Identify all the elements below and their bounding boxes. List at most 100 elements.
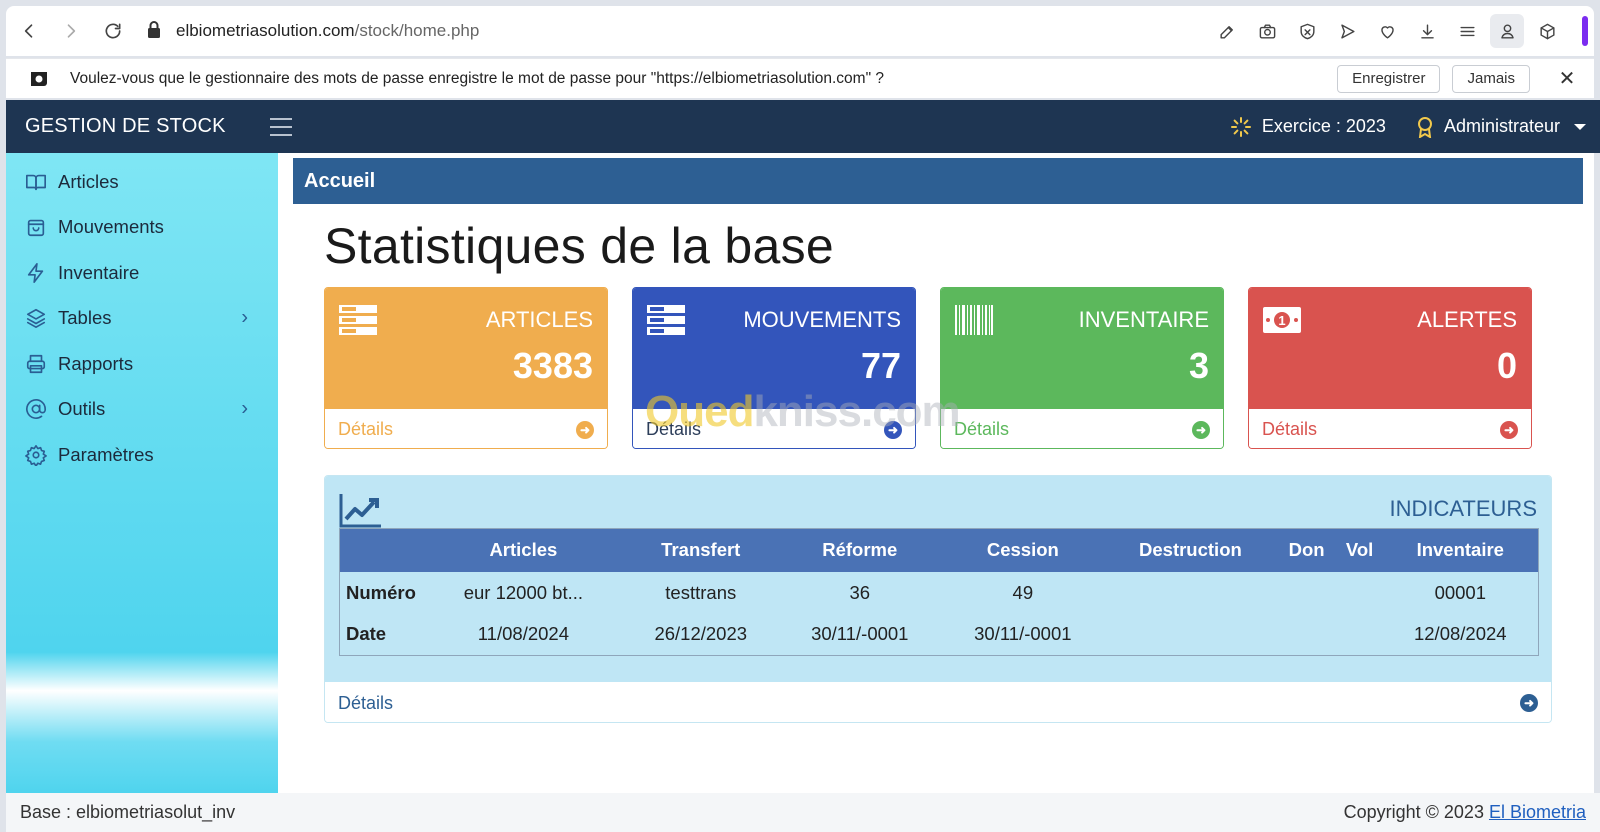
lock-icon (146, 20, 162, 43)
server-stack-icon (339, 305, 377, 335)
stat-card-articles: ARTICLES 3383 Détails ➜ (324, 287, 608, 449)
user-menu[interactable]: Administrateur (1416, 116, 1586, 138)
table-cell: testtrans (665, 581, 737, 603)
sidebar-item-label: Mouvements (58, 216, 164, 238)
gear-icon (25, 444, 47, 466)
column-header: Don (1276, 528, 1337, 572)
table-cell: 00001 (1434, 581, 1487, 603)
sidebar-item-label: Rapports (58, 352, 134, 374)
card-value: 3383 (512, 345, 593, 386)
card-details-label: Détails (954, 419, 1010, 439)
arrow-circle-right-icon: ➜ (1520, 694, 1538, 712)
row-header: Date (346, 623, 387, 645)
card-title: INVENTAIRE (1078, 307, 1209, 332)
sidebar-item-articles[interactable]: Articles (6, 159, 278, 205)
sidebar-item-label: Articles (58, 170, 119, 192)
card-details-label: Détails (1262, 419, 1318, 439)
table-row: Numéro eur 12000 bt... testtrans 36 49 0… (340, 572, 1539, 614)
sidebar-item-tables[interactable]: Tables › (6, 296, 278, 342)
app-brand[interactable]: GESTION DE STOCK (25, 115, 226, 138)
lightning-icon (27, 262, 44, 283)
send-button[interactable] (1330, 14, 1364, 48)
column-header: Vol (1336, 528, 1383, 572)
main-content: Accueil Statistiques de la base ARTICLES… (278, 153, 1594, 793)
table-header-row: Articles Transfert Réforme Cession Destr… (339, 528, 1539, 572)
spinner-sun-icon (1230, 116, 1251, 137)
table-cell (1276, 614, 1336, 656)
favorites-button[interactable] (1370, 14, 1404, 48)
card-details-link[interactable]: Détails ➜ (1249, 409, 1531, 448)
card-details-link[interactable]: Détails ➜ (325, 409, 607, 448)
column-header: Transfert (623, 528, 779, 572)
shopping-bag-icon (27, 220, 45, 237)
page-title: Statistiques de la base (324, 218, 835, 274)
sidebar-item-parametres[interactable]: Paramètres (6, 432, 278, 478)
reload-button[interactable] (94, 12, 132, 50)
column-header: Destruction (1104, 528, 1277, 572)
card-value: 3 (1188, 345, 1209, 386)
money-bill-icon: 1 (1263, 307, 1301, 333)
save-password-button[interactable]: Enregistrer (1337, 64, 1441, 93)
address-bar[interactable]: elbiometriasolution.com/stock/home.php (146, 12, 1210, 50)
profile-button[interactable] (1490, 14, 1524, 48)
caret-down-icon (1574, 123, 1586, 130)
stat-card-inventaire: INVENTAIRE 3 Détails ➜ (940, 287, 1224, 449)
user-icon (1500, 23, 1514, 39)
camera-icon (1259, 23, 1275, 39)
indicators-panel: INDICATEURS Articles Transfert Réforme C… (324, 475, 1552, 723)
never-save-button[interactable]: Jamais (1452, 64, 1530, 93)
sidebar-item-outils[interactable]: Outils › (6, 387, 278, 433)
svg-text:1: 1 (1278, 313, 1285, 328)
row-header: Numéro (346, 581, 416, 603)
screenshot-button[interactable] (1250, 14, 1284, 48)
arrow-circle-right-icon: ➜ (1500, 420, 1518, 439)
browser-toolbar: elbiometriasolution.com/stock/home.php (6, 6, 1594, 56)
forward-button[interactable] (52, 12, 90, 50)
stat-card-alertes: 1 ALERTES 0 Détails ➜ (1248, 287, 1532, 449)
url-path: /stock/home.php (354, 21, 480, 40)
sidebar-item-mouvements[interactable]: Mouvements (6, 205, 278, 251)
table-cell: 30/11/-0001 (811, 623, 909, 645)
indicators-title: INDICATEURS (1389, 496, 1538, 521)
close-prompt-button[interactable]: ✕ (1552, 64, 1582, 94)
arrow-circle-right-icon: ➜ (576, 420, 594, 439)
exercise-label: Exercice : 2023 (1261, 116, 1386, 136)
downloads-button[interactable] (1410, 14, 1444, 48)
back-button[interactable] (10, 12, 48, 50)
heart-icon (1380, 25, 1394, 39)
table-cell: 11/08/2024 (477, 623, 569, 645)
adblock-button[interactable] (1290, 14, 1324, 48)
card-title: ALERTES (1417, 307, 1517, 332)
card-details-label: Détails (338, 419, 394, 439)
card-details-link[interactable]: Détails ➜ (633, 409, 915, 448)
copyright-link[interactable]: El Biometria (1489, 802, 1586, 822)
card-details-link[interactable]: Détails ➜ (941, 409, 1223, 448)
indicators-details-link[interactable]: Détails ➜ (325, 682, 1551, 722)
extensions-button[interactable] (1530, 14, 1564, 48)
table-row: Date 11/08/2024 26/12/2023 30/11/-0001 3… (340, 614, 1539, 656)
password-save-prompt: Voulez-vous que le gestionnaire des mots… (6, 58, 1594, 98)
hamburger-menu-icon[interactable] (269, 117, 292, 136)
app-header: GESTION DE STOCK Exercice : 2023 Adminis… (6, 100, 1600, 153)
table-cell (1104, 614, 1276, 656)
password-manager-icon (31, 71, 47, 86)
barcode-icon (955, 305, 993, 335)
table-cell: 26/12/2023 (654, 623, 748, 645)
sidebar-item-rapports[interactable]: Rapports (6, 341, 278, 387)
table-cell: 49 (1012, 581, 1034, 603)
chevron-right-icon: › (241, 397, 248, 420)
exercise-selector[interactable]: Exercice : 2023 (1230, 116, 1386, 138)
sidebar: Articles Mouvements Inventaire Tables › … (6, 153, 278, 793)
table-cell: 30/11/-0001 (974, 623, 1072, 645)
edit-page-button[interactable] (1210, 14, 1244, 48)
sidebar-toggle-indicator[interactable] (1582, 16, 1588, 46)
card-title: ARTICLES (485, 307, 593, 332)
reload-icon (105, 23, 121, 39)
medal-icon (1417, 116, 1432, 138)
sidebar-item-inventaire[interactable]: Inventaire (6, 250, 278, 296)
menu-list-button[interactable] (1450, 14, 1484, 48)
column-header: Inventaire (1382, 528, 1539, 572)
download-icon (1420, 23, 1434, 39)
url-text: elbiometriasolution.com/stock/home.php (176, 21, 479, 41)
user-name: Administrateur (1443, 116, 1560, 136)
